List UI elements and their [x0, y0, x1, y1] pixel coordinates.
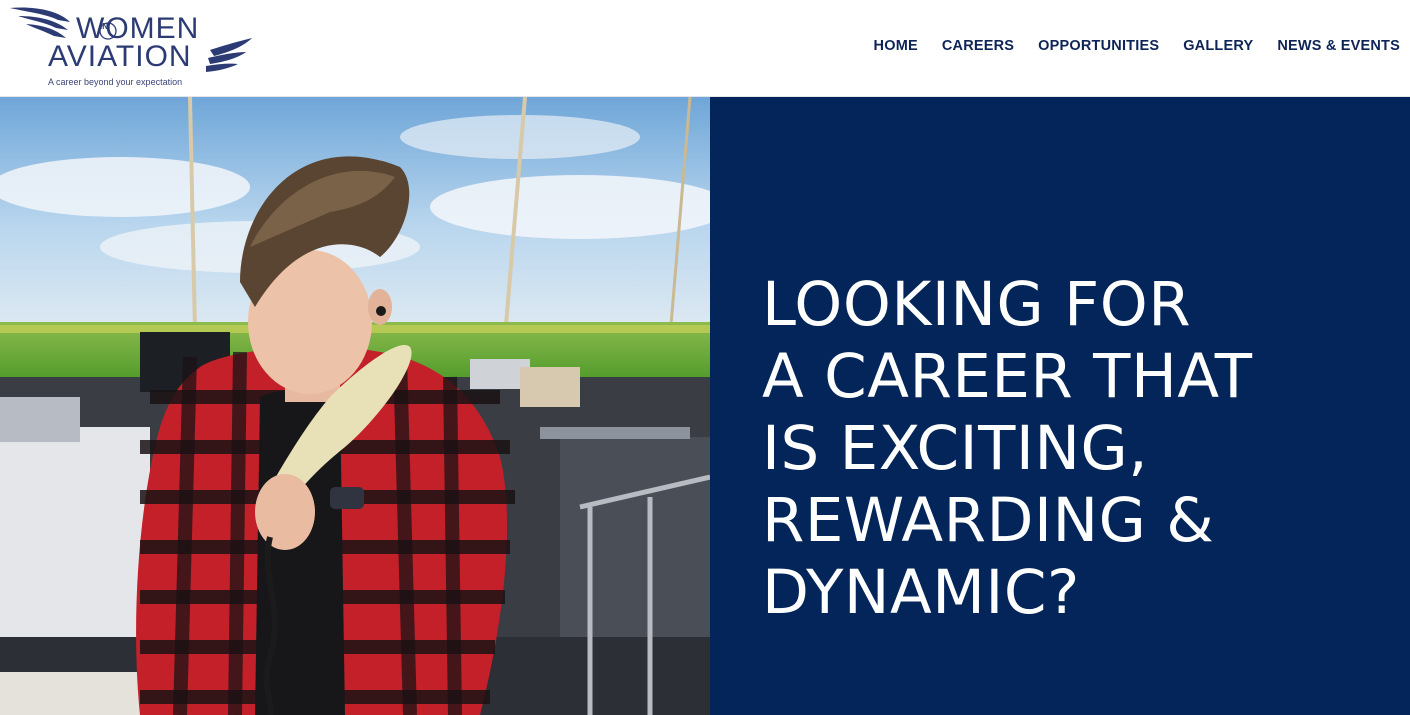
site-header: WOMEN IN AVIATION A career beyond your e… [0, 0, 1410, 97]
hero-text-panel: LOOKING FOR A CAREER THAT IS EXCITING, R… [710, 97, 1410, 715]
nav-news-events[interactable]: NEWS & EVENTS [1277, 38, 1400, 54]
headline-line: IS EXCITING, [762, 413, 1149, 484]
nav-careers[interactable]: CAREERS [942, 38, 1014, 54]
hero-headline: LOOKING FOR A CAREER THAT IS EXCITING, R… [762, 269, 1382, 629]
headline-line: A CAREER THAT [762, 341, 1253, 412]
headline-line: REWARDING & [762, 485, 1215, 556]
air-traffic-controller-photo [0, 97, 710, 715]
logo-word-in: IN [100, 22, 108, 31]
main-nav: HOME CAREERS OPPORTUNITIES GALLERY NEWS … [874, 38, 1400, 54]
nav-home[interactable]: HOME [874, 38, 918, 54]
headline-line: LOOKING FOR [762, 269, 1192, 340]
hero-photo [0, 97, 710, 715]
headline-line: DYNAMIC? [762, 557, 1080, 628]
nav-opportunities[interactable]: OPPORTUNITIES [1038, 38, 1159, 54]
nav-gallery[interactable]: GALLERY [1183, 38, 1253, 54]
logo-tagline: A career beyond your expectation [48, 77, 183, 87]
hero-section: LOOKING FOR A CAREER THAT IS EXCITING, R… [0, 97, 1410, 715]
logo-word-aviation: AVIATION [48, 40, 192, 73]
site-logo[interactable]: WOMEN IN AVIATION A career beyond your e… [8, 4, 258, 90]
